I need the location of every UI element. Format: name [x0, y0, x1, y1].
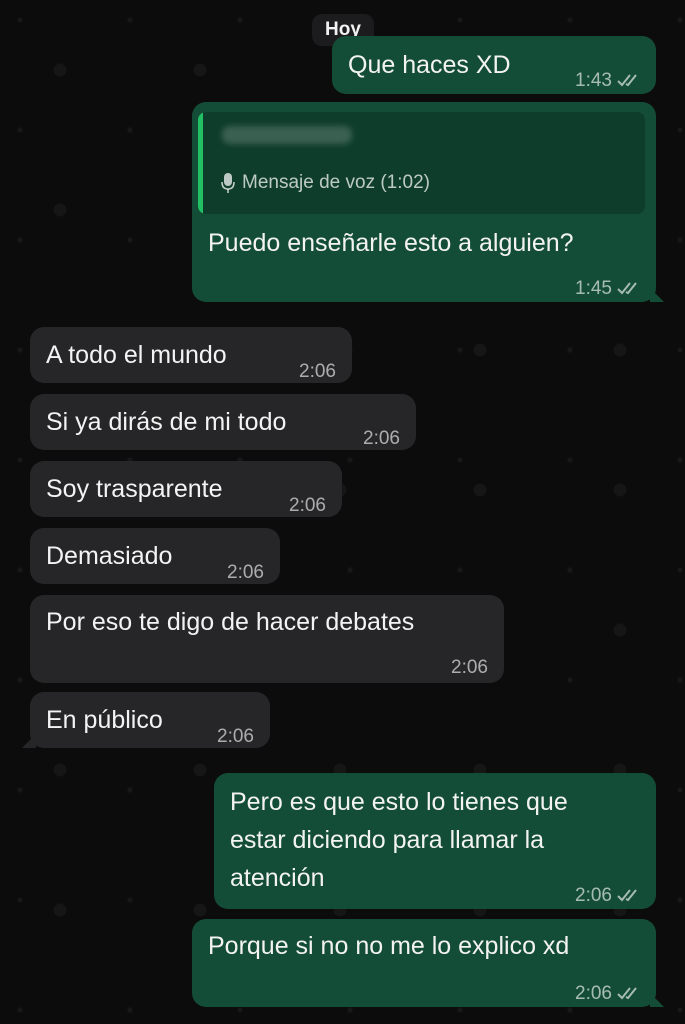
message-meta: 1:43 [575, 62, 642, 100]
message-text: Si ya dirás de mi todo [46, 408, 287, 436]
message-text: En público [46, 706, 163, 734]
message-time: 2:06 [299, 361, 336, 382]
incoming-message[interactable]: Demasiado 2:06 [30, 528, 280, 584]
message-time: 1:45 [575, 278, 612, 299]
outgoing-message[interactable]: Que haces XD 1:43 [332, 36, 656, 94]
outgoing-message[interactable]: Porque si no no me lo explico xd 2:06 [192, 919, 664, 1007]
reply-quote[interactable]: Mensaje de voz (1:02) [198, 112, 645, 214]
reply-label: Mensaje de voz (1:02) [242, 172, 430, 193]
read-ticks-icon [617, 889, 637, 902]
message-text-line: Pero es que esto lo tienes que [230, 788, 568, 816]
read-ticks-icon [617, 987, 637, 1000]
message-time: 2:06 [217, 726, 254, 747]
message-time: 1:43 [575, 70, 612, 91]
message-meta: 1:45 [575, 270, 642, 308]
message-time: 2:06 [363, 428, 400, 449]
message-text: Porque si no no me lo explico xd [208, 932, 570, 960]
read-ticks-icon [617, 74, 637, 87]
outgoing-message[interactable]: Pero es que esto lo tienes que estar dic… [214, 773, 656, 909]
message-time: 2:06 [451, 657, 488, 678]
message-text: Soy trasparente [46, 475, 223, 503]
message-time: 2:06 [289, 495, 326, 516]
bubble-tail [650, 288, 664, 302]
incoming-message[interactable]: Por eso te digo de hacer debates 2:06 [30, 595, 504, 683]
message-time: 2:06 [575, 983, 612, 1004]
reply-sender-redacted [222, 126, 352, 144]
message-text: A todo el mundo [46, 341, 227, 369]
message-text-line: estar diciendo para llamar la [230, 826, 545, 854]
reply-voice-label: Mensaje de voz (1:02) [220, 164, 430, 202]
bubble-tail [22, 734, 36, 748]
incoming-message[interactable]: Soy trasparente 2:06 [30, 461, 342, 517]
bubble-tail [650, 993, 664, 1007]
outgoing-message[interactable]: Mensaje de voz (1:02) Puedo enseñarle es… [192, 102, 664, 302]
incoming-message[interactable]: En público 2:06 [22, 692, 270, 748]
message-time: 2:06 [227, 562, 264, 583]
message-text: Puedo enseñarle esto a alguien? [208, 229, 574, 257]
chat-background: Hoy Que haces XD 1:43 Mensaje de voz (1:… [0, 0, 685, 1024]
message-text: Demasiado [46, 542, 173, 570]
message-text-line: atención [230, 864, 325, 892]
mic-icon [221, 173, 235, 193]
reply-quote-bar [198, 112, 203, 214]
message-text: Que haces XD [348, 51, 511, 79]
incoming-message[interactable]: Si ya dirás de mi todo 2:06 [30, 394, 416, 450]
message-text: Por eso te digo de hacer debates [46, 608, 415, 636]
message-meta: 2:06 [575, 877, 642, 915]
message-time: 2:06 [575, 885, 612, 906]
message-meta: 2:06 [575, 975, 642, 1013]
incoming-message[interactable]: A todo el mundo 2:06 [30, 327, 352, 383]
read-ticks-icon [617, 282, 637, 295]
